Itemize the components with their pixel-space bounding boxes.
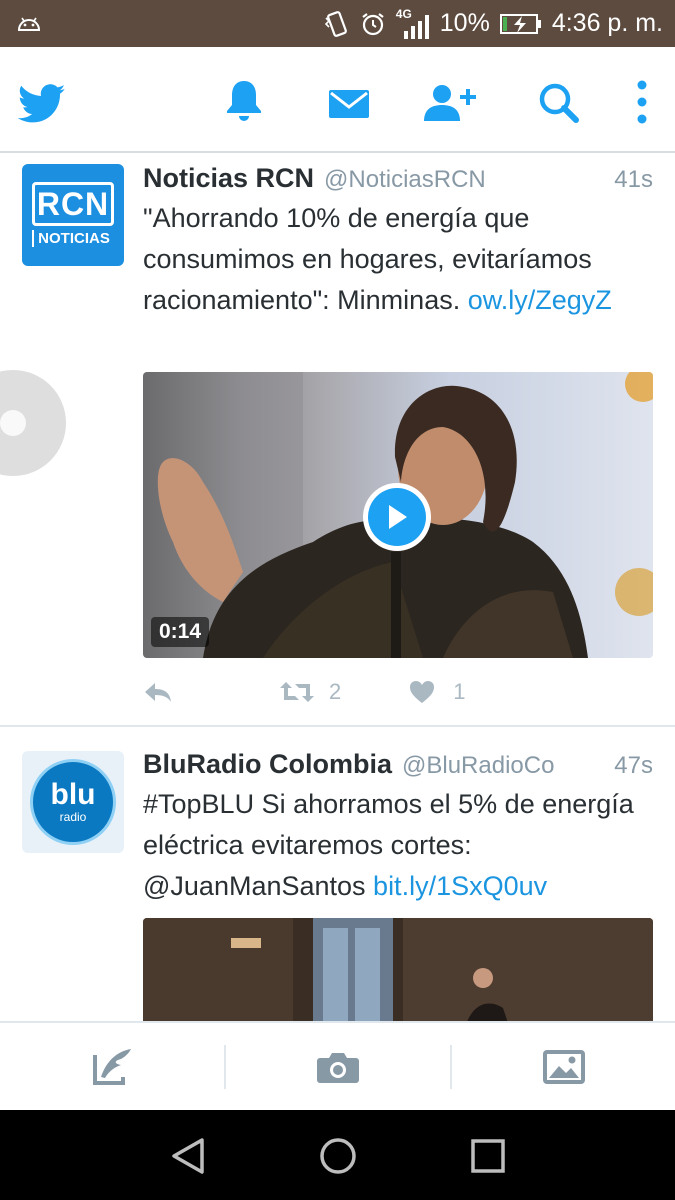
rcn-logo: RCN — [32, 182, 114, 226]
author-handle[interactable]: @BluRadioCo — [402, 752, 554, 780]
status-bar: 4G 10% 4:36 p. m. — [0, 0, 675, 47]
clock: 4:36 p. m. — [551, 9, 663, 37]
camera-button[interactable] — [226, 1023, 450, 1110]
android-icon — [17, 17, 41, 31]
twitter-logo-icon[interactable] — [18, 79, 66, 129]
tweet-time: 41s — [614, 166, 653, 193]
avatar-label: NOTICIAS — [32, 230, 114, 247]
tweet-card[interactable]: blu radio BluRadio Colombia @BluRadioCo … — [0, 727, 675, 1021]
compose-quill-icon — [93, 1048, 131, 1085]
video-thumbnail[interactable]: 0:14 — [143, 372, 653, 658]
back-triangle-icon[interactable] — [166, 1134, 210, 1178]
like-count: 1 — [453, 679, 466, 704]
tweet-link[interactable]: ow.ly/ZegyZ — [468, 285, 612, 315]
author-name[interactable]: Noticias RCN — [143, 163, 314, 194]
avatar-brand: blu — [50, 778, 96, 811]
tweet-time: 47s — [614, 752, 653, 779]
system-nav-bar — [0, 1110, 675, 1200]
avatar[interactable]: blu radio — [22, 751, 124, 853]
tweet-actions: 2 1 — [143, 679, 466, 705]
overflow-menu-icon[interactable] — [636, 77, 648, 127]
avatar-label: radio — [59, 810, 87, 824]
camera-icon — [317, 1052, 359, 1083]
signal-icon: 4G — [396, 7, 430, 39]
tweet-header: BluRadio Colombia @BluRadioCo 47s — [143, 749, 653, 780]
play-icon — [389, 505, 407, 529]
video-duration: 0:14 — [151, 617, 210, 647]
image-still — [143, 918, 653, 1021]
retweet-count: 2 — [329, 679, 342, 704]
tweet-link[interactable]: bit.ly/1SxQ0uv — [373, 871, 547, 901]
notifications-bell-icon[interactable] — [224, 75, 264, 125]
avatar[interactable]: RCN NOTICIAS — [22, 164, 124, 266]
tweet-text: "Ahorrando 10% de energía que consumimos… — [143, 198, 653, 321]
compose-bar — [0, 1021, 675, 1110]
top-toolbar — [0, 47, 675, 153]
compose-tweet-button[interactable] — [0, 1023, 224, 1110]
author-handle[interactable]: @NoticiasRCN — [324, 166, 486, 194]
image-gallery-icon — [542, 1049, 585, 1084]
recent-apps-square-icon[interactable] — [466, 1134, 510, 1178]
battery-percent: 10% — [439, 9, 490, 37]
author-name[interactable]: BluRadio Colombia — [143, 749, 392, 780]
tweet-text: #TopBLU Si ahorramos el 5% de energía el… — [143, 784, 653, 907]
retweet-icon[interactable] — [279, 680, 315, 704]
home-circle-icon[interactable] — [316, 1134, 360, 1178]
search-icon[interactable] — [538, 78, 580, 128]
alarm-icon — [362, 12, 384, 35]
battery-charging-icon — [499, 13, 541, 34]
tweet-header: Noticias RCN @NoticiasRCN 41s — [143, 163, 653, 194]
gallery-button[interactable] — [452, 1023, 675, 1110]
blu-logo: blu radio — [30, 759, 116, 845]
vibrate-icon — [324, 10, 347, 37]
tweet-card[interactable]: RCN NOTICIAS Noticias RCN @NoticiasRCN 4… — [0, 155, 675, 727]
messages-envelope-icon[interactable] — [328, 80, 370, 130]
add-user-icon[interactable] — [422, 79, 480, 129]
reply-icon[interactable] — [143, 681, 173, 703]
tweet-image[interactable] — [143, 918, 653, 1021]
play-button[interactable] — [363, 483, 431, 551]
like-heart-icon[interactable] — [409, 680, 435, 704]
timeline-feed[interactable]: RCN NOTICIAS Noticias RCN @NoticiasRCN 4… — [0, 155, 675, 1021]
